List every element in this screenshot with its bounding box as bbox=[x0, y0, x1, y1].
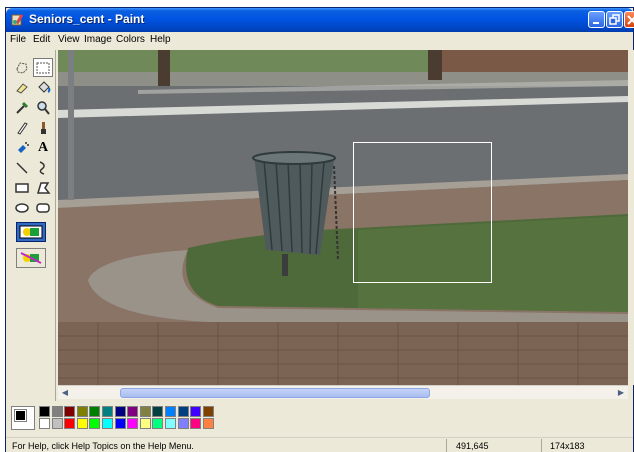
title-bar[interactable]: Seniors_cent - Paint bbox=[6, 8, 634, 32]
status-divider bbox=[541, 439, 542, 452]
palette-swatch[interactable] bbox=[165, 406, 176, 417]
status-bar: For Help, click Help Topics on the Help … bbox=[6, 437, 633, 452]
palette-swatch[interactable] bbox=[152, 418, 164, 429]
palette-swatch[interactable] bbox=[39, 406, 50, 417]
tool-polygon[interactable] bbox=[33, 178, 53, 197]
tool-curve[interactable] bbox=[33, 158, 53, 177]
palette-swatch[interactable] bbox=[190, 418, 202, 429]
palette-swatch[interactable] bbox=[89, 418, 101, 429]
palette-swatch[interactable] bbox=[152, 406, 164, 417]
polygon-icon bbox=[36, 181, 51, 194]
drawing-canvas[interactable] bbox=[58, 50, 628, 385]
selection-opaque-option[interactable] bbox=[16, 222, 46, 242]
fill-bucket-icon bbox=[38, 80, 51, 93]
tool-eraser[interactable] bbox=[12, 78, 32, 97]
airbrush-icon bbox=[18, 141, 29, 153]
tool-pencil[interactable] bbox=[12, 118, 32, 137]
scroll-left-arrow-icon[interactable]: ◀ bbox=[59, 387, 71, 399]
rectangle-icon bbox=[15, 182, 29, 193]
foreground-color bbox=[14, 409, 27, 422]
palette-swatch[interactable] bbox=[114, 418, 126, 429]
palette-swatch[interactable] bbox=[51, 418, 63, 429]
palette-swatch[interactable] bbox=[139, 418, 151, 429]
ellipse-icon bbox=[15, 202, 29, 213]
pencil-icon bbox=[17, 121, 28, 135]
text-icon: A bbox=[37, 139, 49, 155]
menu-edit[interactable]: Edit bbox=[33, 34, 50, 45]
palette-swatch[interactable] bbox=[202, 406, 214, 417]
palette-swatch[interactable] bbox=[76, 418, 88, 429]
palette-swatch[interactable] bbox=[64, 406, 76, 417]
palette-swatch[interactable] bbox=[102, 418, 113, 429]
menu-help[interactable]: Help bbox=[150, 34, 171, 45]
rectangle-select-icon bbox=[36, 62, 50, 73]
status-cursor-position: 491,645 bbox=[456, 441, 489, 451]
window-title: Seniors_cent - Paint bbox=[29, 12, 145, 26]
tool-airbrush[interactable] bbox=[12, 138, 32, 157]
palette-swatch[interactable] bbox=[190, 406, 202, 417]
canvas-photo bbox=[58, 50, 628, 385]
tool-ellipse[interactable] bbox=[12, 198, 32, 217]
palette-swatch[interactable] bbox=[89, 406, 101, 417]
tool-color-picker[interactable] bbox=[12, 98, 32, 117]
paint-app-icon bbox=[11, 14, 24, 26]
menu-image[interactable]: Image bbox=[84, 34, 112, 45]
paint-window: Seniors_cent - Paint File Edit View Imag… bbox=[5, 7, 634, 452]
palette-swatch[interactable] bbox=[177, 418, 189, 429]
rounded-rectangle-icon bbox=[36, 202, 50, 213]
scroll-right-arrow-icon[interactable]: ▶ bbox=[615, 387, 627, 399]
tool-rounded-rectangle[interactable] bbox=[33, 198, 53, 217]
transparent-selection-icon bbox=[20, 252, 42, 264]
tool-brush[interactable] bbox=[33, 118, 53, 137]
color-picker-icon bbox=[16, 101, 29, 114]
close-icon bbox=[627, 15, 634, 25]
palette-swatch[interactable] bbox=[177, 406, 189, 417]
palette-swatch[interactable] bbox=[127, 418, 139, 429]
palette-swatch[interactable] bbox=[139, 406, 151, 417]
status-divider bbox=[446, 439, 447, 452]
toolbox: A bbox=[6, 50, 56, 402]
restore-button[interactable] bbox=[606, 11, 623, 28]
menu-colors[interactable]: Colors bbox=[116, 34, 145, 45]
tool-rectangle-select[interactable] bbox=[33, 58, 53, 77]
opaque-selection-icon bbox=[19, 225, 43, 239]
horizontal-scrollbar[interactable]: ◀ ▶ bbox=[58, 385, 628, 399]
palette-swatch[interactable] bbox=[202, 418, 214, 429]
restore-icon bbox=[609, 14, 620, 25]
tool-magnifier[interactable] bbox=[33, 98, 53, 117]
tool-line[interactable] bbox=[12, 158, 32, 177]
palette-swatch[interactable] bbox=[39, 418, 50, 429]
tool-text[interactable]: A bbox=[33, 138, 53, 157]
line-icon bbox=[16, 161, 28, 174]
minimize-icon bbox=[593, 22, 599, 24]
palette-swatch[interactable] bbox=[76, 406, 88, 417]
palette-swatch[interactable] bbox=[114, 406, 126, 417]
brush-icon bbox=[41, 121, 46, 134]
palette-swatch[interactable] bbox=[165, 418, 176, 429]
close-button[interactable] bbox=[624, 11, 634, 28]
horizontal-scroll-thumb[interactable] bbox=[120, 388, 430, 398]
palette-swatch[interactable] bbox=[102, 406, 113, 417]
tool-free-form-select[interactable] bbox=[12, 58, 32, 77]
minimize-button[interactable] bbox=[588, 11, 605, 28]
menu-view[interactable]: View bbox=[58, 34, 80, 45]
eraser-icon bbox=[16, 82, 28, 94]
status-selection-size: 174x183 bbox=[550, 441, 585, 451]
menu-bar: File Edit View Image Colors Help bbox=[6, 32, 633, 49]
selection-transparent-option[interactable] bbox=[16, 248, 46, 268]
color-palette bbox=[6, 401, 633, 436]
curve-icon bbox=[39, 160, 45, 175]
vertical-scrollbar[interactable] bbox=[628, 50, 634, 385]
current-colors[interactable] bbox=[11, 406, 35, 430]
palette-swatch[interactable] bbox=[127, 406, 139, 417]
tool-fill[interactable] bbox=[33, 78, 53, 97]
status-help-text: For Help, click Help Topics on the Help … bbox=[12, 441, 194, 451]
menu-file[interactable]: File bbox=[10, 34, 26, 45]
free-form-select-icon bbox=[16, 61, 28, 74]
magnifier-icon bbox=[37, 100, 50, 115]
palette-swatch[interactable] bbox=[51, 406, 63, 417]
palette-swatch[interactable] bbox=[64, 418, 76, 429]
tool-rectangle[interactable] bbox=[12, 178, 32, 197]
